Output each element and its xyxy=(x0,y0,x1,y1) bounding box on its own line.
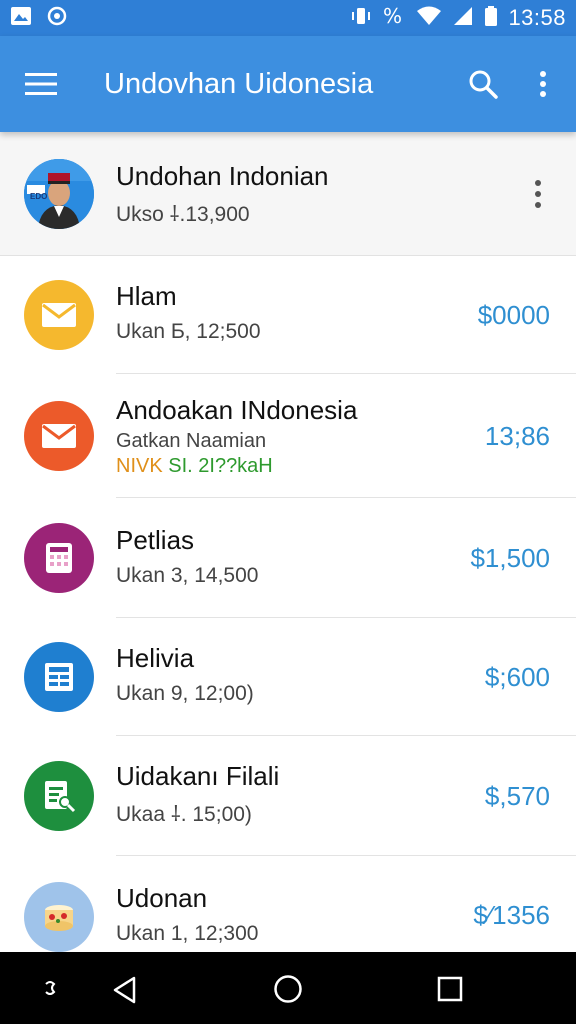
sync-notification-icon xyxy=(46,5,68,32)
item-amount: $,570 xyxy=(484,780,550,811)
search-icon[interactable] xyxy=(460,61,506,107)
list-item[interactable]: Uidakanı Filali Ukaa ⸸. 15;00) $,570 xyxy=(0,736,576,856)
list-item[interactable]: Petlias Ukan 3, 14,500 $1,500 xyxy=(0,498,576,618)
item-subtitle: Ukan 9, 12;00) xyxy=(116,681,254,705)
back-icon[interactable] xyxy=(112,976,138,1009)
profile-name: Undohan Indonian xyxy=(116,161,329,191)
battery-icon xyxy=(484,5,498,32)
item-subtitle: Ukan Ƃ, 12;500 xyxy=(116,319,261,343)
item-amount: $⁄1356 xyxy=(473,900,550,930)
mail-icon xyxy=(24,401,94,471)
list-item[interactable]: Helivia Ukan 9, 12;00) $;600 xyxy=(0,618,576,736)
document-search-icon xyxy=(24,761,94,831)
app-bar: Undovhan Uidonesia xyxy=(0,36,576,132)
overflow-menu-icon[interactable] xyxy=(528,61,558,107)
app-title: Undovhan Uidonesia xyxy=(104,67,374,100)
table-icon xyxy=(24,642,94,712)
item-title: Helivia xyxy=(116,643,195,673)
item-text: Petlias Ukan 3, 14,500 xyxy=(116,525,466,588)
item-amount: $0000 xyxy=(477,299,550,330)
item-title: Hlam xyxy=(116,281,177,311)
item-amount: $;600 xyxy=(484,661,550,692)
photo-notification-icon xyxy=(10,6,32,31)
item-text: Hlam Ukan Ƃ, 12;500 xyxy=(116,281,466,344)
item-extra-line: NIVK SI. 2I??kaH xyxy=(116,455,466,478)
more-options-icon[interactable] xyxy=(526,174,550,214)
mail-icon xyxy=(24,280,94,350)
item-title: Andoakan INdonesia xyxy=(116,395,358,425)
list-item[interactable]: Hlam Ukan Ƃ, 12;500 $0000 xyxy=(0,256,576,374)
transaction-list: EDO Undohan Indonian Ukso ⸸.13,900 Hlam … xyxy=(0,132,576,952)
item-amount: $1,500 xyxy=(470,542,550,573)
menu-icon[interactable] xyxy=(18,61,64,107)
list-item[interactable]: Udonan Ukan 1, 12;300 $⁄1356 xyxy=(0,856,576,952)
vibrate-icon xyxy=(350,5,372,32)
item-text: Udonan Ukan 1, 12;300 xyxy=(116,883,466,946)
svg-text:%: % xyxy=(383,5,402,27)
item-subtitle: Gatkan Naamian xyxy=(116,429,267,452)
navigation-bar xyxy=(0,952,576,1024)
item-text: Uidakanı Filali Ukaa ⸸. 15;00) xyxy=(116,761,466,828)
list-item[interactable]: Andoakan INdonesia Gatkan Naamian NIVK S… xyxy=(0,374,576,498)
item-title: Petlias xyxy=(116,525,195,555)
cake-icon xyxy=(24,882,94,952)
wifi-icon xyxy=(416,5,442,32)
profile-subtitle: Ukso ⸸.13,900 xyxy=(116,202,250,226)
home-icon[interactable] xyxy=(273,974,303,1009)
profile-text: Undohan Indonian Ukso ⸸.13,900 xyxy=(116,161,466,228)
item-extra-green: SI. 2I??kaH xyxy=(168,454,273,477)
item-text: Andoakan INdonesia Gatkan Naamian NIVK S… xyxy=(116,395,466,478)
item-extra-orange: NIVK xyxy=(116,454,163,477)
item-title: Uidakanı Filali xyxy=(116,761,280,791)
item-subtitle: Ukan 3, 14,500 xyxy=(116,563,259,587)
avatar-badge-text: EDO xyxy=(30,191,48,201)
item-title: Udonan xyxy=(116,883,208,913)
system-menu-icon[interactable] xyxy=(42,978,58,1003)
data-saver-icon: % xyxy=(382,4,406,32)
item-text: Helivia Ukan 9, 12;00) xyxy=(116,643,466,706)
calculator-icon xyxy=(24,523,94,593)
cell-signal-icon xyxy=(452,5,474,32)
avatar: EDO xyxy=(24,158,94,229)
status-time: 13:58 xyxy=(508,5,566,30)
item-subtitle: Ukan 1, 12;300 xyxy=(116,921,259,945)
status-bar: % 13:58 xyxy=(0,0,576,36)
item-amount: 13;86 xyxy=(484,420,550,451)
item-subtitle: Ukaa ⸸. 15;00) xyxy=(116,802,252,826)
recents-icon[interactable] xyxy=(437,976,463,1007)
profile-row[interactable]: EDO Undohan Indonian Ukso ⸸.13,900 xyxy=(0,132,576,256)
